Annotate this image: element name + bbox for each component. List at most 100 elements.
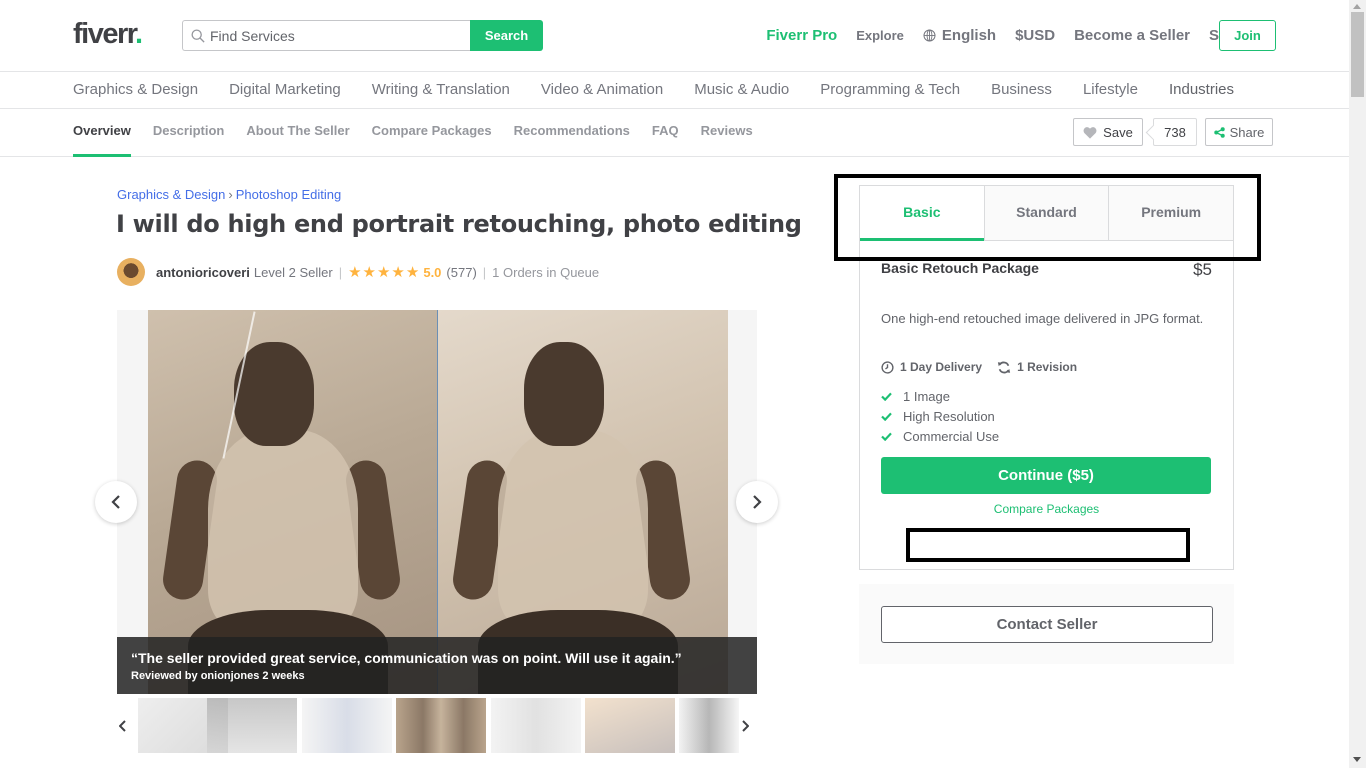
contact-seller-box: Contact Seller: [859, 584, 1234, 664]
seller-avatar[interactable]: [117, 258, 145, 286]
clock-icon: [881, 360, 894, 374]
feature-label: High Resolution: [903, 408, 995, 424]
package-tabs: Basic Standard Premium: [860, 186, 1234, 241]
category-programming-tech[interactable]: Programming & Tech: [820, 81, 960, 98]
category-music-audio[interactable]: Music & Audio: [694, 81, 789, 98]
category-business[interactable]: Business: [991, 81, 1052, 98]
breadcrumb-photoshop-editing[interactable]: Photoshop Editing: [236, 187, 342, 202]
revisions-label: 1 Revision: [1017, 360, 1078, 374]
delivery-time: 1 Day Delivery: [881, 360, 982, 374]
package-price: $5: [1193, 260, 1212, 279]
fiverr-logo[interactable]: fiverr.: [73, 19, 143, 49]
share-icon: [1213, 126, 1225, 138]
thumbnail[interactable]: [585, 698, 675, 753]
category-writing-translation[interactable]: Writing & Translation: [372, 81, 510, 98]
chevron-left-icon: [118, 720, 126, 732]
search-input[interactable]: [210, 27, 460, 44]
divider: |: [482, 264, 487, 280]
thumbnail[interactable]: [491, 698, 581, 753]
package-description: One high-end retouched image delivered i…: [881, 311, 1204, 326]
explore-link[interactable]: Explore: [856, 28, 904, 43]
star-rating-icons: ★★★★★: [348, 264, 421, 281]
thumbnail[interactable]: [679, 698, 739, 753]
search-icon: [191, 28, 205, 43]
search-button[interactable]: Search: [470, 20, 543, 51]
category-digital-marketing[interactable]: Digital Marketing: [229, 81, 341, 98]
breadcrumb: Graphics & Design › Photoshop Editing: [117, 187, 341, 202]
package-tab-basic[interactable]: Basic: [860, 186, 984, 241]
save-label: Save: [1103, 124, 1133, 140]
review-count[interactable]: (577): [446, 265, 476, 280]
share-button[interactable]: Share: [1205, 118, 1273, 146]
search-bar: Search: [182, 20, 543, 51]
fiverr-pro-link[interactable]: Fiverr Pro: [766, 27, 837, 44]
thumbnail-active[interactable]: [396, 698, 486, 753]
compare-packages-link[interactable]: Compare Packages: [881, 502, 1212, 516]
language-label: English: [941, 27, 997, 44]
thumbnail[interactable]: [302, 698, 392, 753]
gig-gallery: “The seller provided great service, comm…: [117, 310, 757, 694]
photo-figure: [498, 430, 648, 630]
top-header: fiverr. Search Fiverr Pro Explore Englis…: [0, 0, 1349, 72]
join-button[interactable]: Join: [1219, 20, 1276, 51]
save-share-group: Save 738 Share: [1073, 118, 1273, 146]
continue-button[interactable]: Continue ($5): [881, 457, 1211, 494]
tab-compare-packages[interactable]: Compare Packages: [372, 109, 492, 157]
category-graphics-design[interactable]: Graphics & Design: [73, 81, 198, 98]
tab-description[interactable]: Description: [153, 109, 225, 157]
package-tab-standard[interactable]: Standard: [983, 186, 1109, 241]
thumbnail[interactable]: [207, 698, 297, 753]
divider: |: [338, 264, 343, 280]
page-scrollbar[interactable]: [1349, 0, 1366, 768]
category-industries[interactable]: Industries: [1169, 81, 1234, 98]
package-body: Basic Retouch Package $5 One high-end re…: [860, 260, 1233, 516]
package-card: Basic Standard Premium Basic Retouch Pac…: [859, 185, 1234, 570]
heart-icon: [1083, 126, 1097, 139]
delivery-label: 1 Day Delivery: [900, 360, 983, 374]
refresh-icon: [997, 361, 1011, 373]
rating-score: 5.0: [423, 264, 442, 280]
category-lifestyle[interactable]: Lifestyle: [1083, 81, 1138, 98]
thumbnail-next-button[interactable]: [741, 716, 750, 737]
category-video-animation[interactable]: Video & Animation: [541, 81, 663, 98]
tab-overview[interactable]: Overview: [73, 109, 131, 157]
review-caption: “The seller provided great service, comm…: [117, 637, 757, 694]
scroll-up-arrow-icon[interactable]: [1353, 4, 1361, 9]
save-button[interactable]: Save: [1073, 118, 1143, 146]
share-label: Share: [1229, 124, 1265, 140]
gallery-prev-button[interactable]: [95, 481, 137, 523]
breadcrumb-graphics-design[interactable]: Graphics & Design: [117, 187, 225, 202]
check-icon: [881, 412, 892, 421]
revisions: 1 Revision: [997, 360, 1077, 374]
tab-faq[interactable]: FAQ: [652, 109, 679, 157]
thumbnail-prev-button[interactable]: [118, 716, 127, 737]
photo-figure: [208, 430, 358, 630]
scroll-down-arrow-icon[interactable]: [1353, 757, 1361, 762]
feature-label: 1 Image: [903, 388, 950, 404]
feature-item: High Resolution: [881, 406, 1212, 426]
language-selector[interactable]: English: [923, 27, 996, 44]
become-seller-link[interactable]: Become a Seller: [1074, 27, 1190, 44]
photo-figure: [234, 342, 314, 446]
package-tab-premium[interactable]: Premium: [1108, 186, 1234, 241]
feature-label: Commercial Use: [903, 428, 1000, 444]
gig-title: I will do high end portrait retouching, …: [116, 210, 802, 238]
tab-about-seller[interactable]: About The Seller: [246, 109, 349, 157]
gallery-next-button[interactable]: [736, 481, 778, 523]
scroll-thumb[interactable]: [1351, 12, 1364, 97]
globe-icon: [923, 29, 936, 42]
seller-overview: antonioricoveri Level 2 Seller | ★★★★★ 5…: [117, 258, 599, 286]
tab-reviews[interactable]: Reviews: [701, 109, 753, 157]
package-name: Basic Retouch Package: [881, 260, 1039, 276]
currency-selector[interactable]: $USD: [1015, 27, 1055, 44]
feature-item: Commercial Use: [881, 426, 1212, 446]
package-meta: 1 Day Delivery 1 Revision: [881, 360, 1212, 374]
check-icon: [881, 392, 892, 401]
package-header: Basic Retouch Package $5: [881, 260, 1212, 280]
photo-figure: [524, 342, 604, 446]
seller-name[interactable]: antonioricoveri: [156, 265, 250, 280]
save-count: 738: [1153, 118, 1197, 146]
contact-seller-button[interactable]: Contact Seller: [881, 606, 1213, 643]
chevron-left-icon: [111, 495, 120, 509]
tab-recommendations[interactable]: Recommendations: [514, 109, 630, 157]
